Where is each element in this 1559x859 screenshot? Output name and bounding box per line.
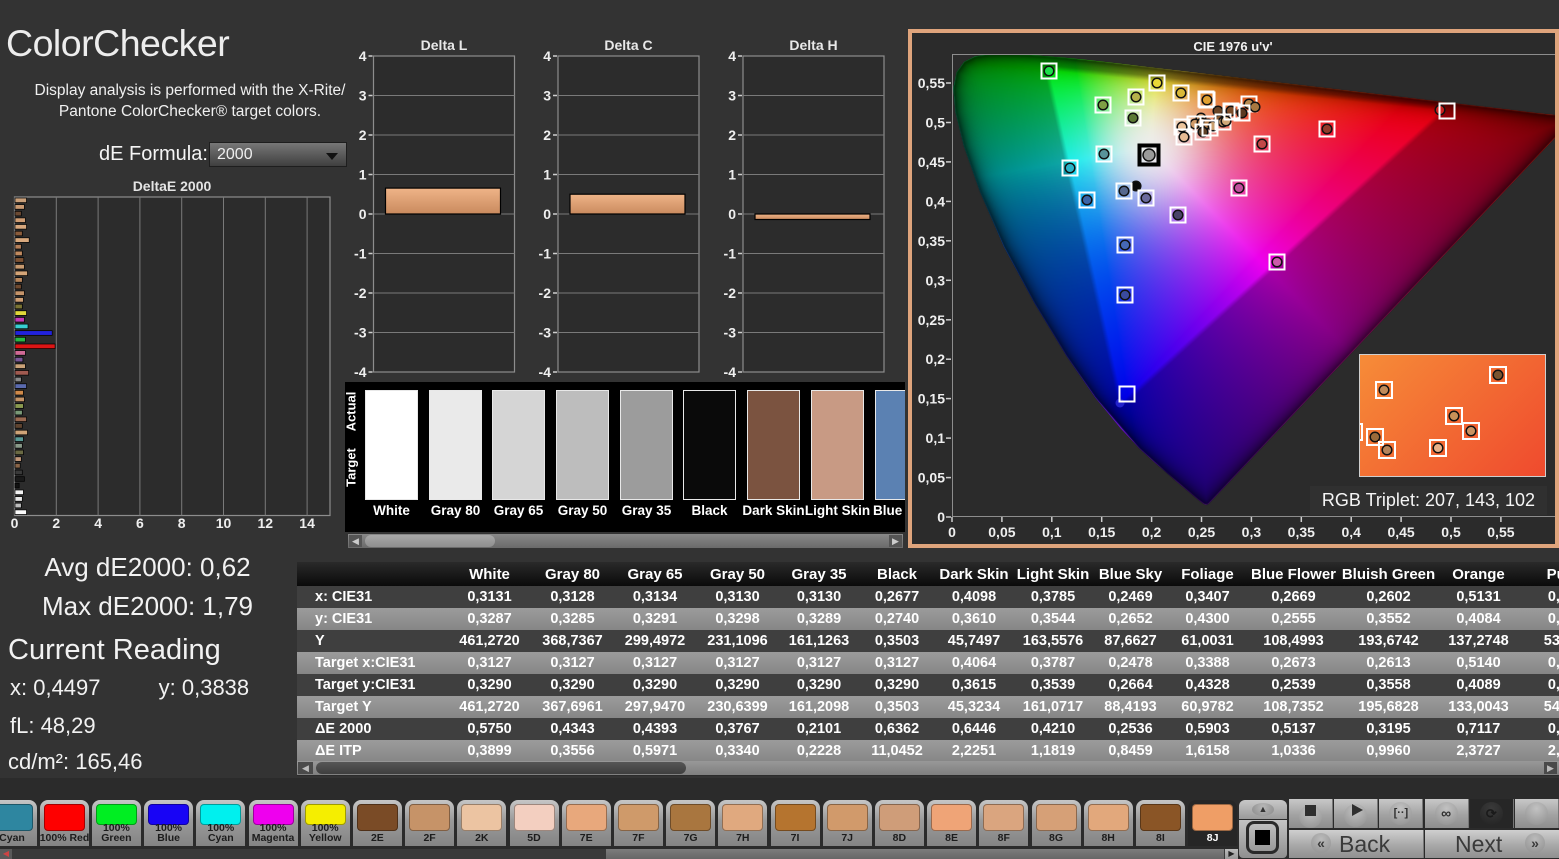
svg-text:1: 1 xyxy=(728,167,736,183)
svg-text:0: 0 xyxy=(728,206,736,222)
svg-text:2: 2 xyxy=(52,515,60,531)
svg-text:0,55: 0,55 xyxy=(918,75,945,91)
svg-text:-3: -3 xyxy=(724,325,737,341)
svg-text:0,05: 0,05 xyxy=(988,524,1015,540)
svg-text:Delta L: Delta L xyxy=(421,37,468,53)
svg-text:-3: -3 xyxy=(354,325,367,341)
svg-text:0,05: 0,05 xyxy=(918,470,945,486)
svg-text:12: 12 xyxy=(258,515,274,531)
svg-text:1: 1 xyxy=(359,167,367,183)
svg-text:4: 4 xyxy=(359,48,367,64)
svg-text:3: 3 xyxy=(359,88,367,104)
svg-text:14: 14 xyxy=(299,515,315,531)
svg-text:0,35: 0,35 xyxy=(918,233,945,249)
svg-text:-1: -1 xyxy=(354,246,367,262)
svg-text:4: 4 xyxy=(543,48,551,64)
svg-text:-1: -1 xyxy=(724,246,737,262)
svg-text:2: 2 xyxy=(359,127,367,143)
svg-text:0,1: 0,1 xyxy=(1042,524,1062,540)
svg-text:0,2: 0,2 xyxy=(1142,524,1162,540)
svg-text:0,45: 0,45 xyxy=(918,154,945,170)
svg-text:0,35: 0,35 xyxy=(1288,524,1315,540)
svg-text:0,45: 0,45 xyxy=(1387,524,1414,540)
svg-text:0,4: 0,4 xyxy=(926,193,946,209)
svg-text:0,15: 0,15 xyxy=(1088,524,1115,540)
svg-text:0,2: 0,2 xyxy=(926,351,946,367)
svg-text:10: 10 xyxy=(216,515,232,531)
svg-text:2: 2 xyxy=(543,127,551,143)
svg-text:0,1: 0,1 xyxy=(926,430,946,446)
svg-text:0: 0 xyxy=(948,524,956,540)
svg-text:-2: -2 xyxy=(354,285,367,301)
svg-text:Delta H: Delta H xyxy=(789,37,837,53)
svg-text:0,3: 0,3 xyxy=(1242,524,1262,540)
svg-text:-4: -4 xyxy=(354,364,367,380)
svg-text:3: 3 xyxy=(543,88,551,104)
svg-text:-3: -3 xyxy=(539,325,552,341)
svg-text:0,4: 0,4 xyxy=(1341,524,1361,540)
svg-text:0,3: 0,3 xyxy=(926,272,946,288)
svg-text:-1: -1 xyxy=(539,246,552,262)
svg-text:-4: -4 xyxy=(539,364,552,380)
svg-text:0: 0 xyxy=(543,206,551,222)
svg-text:Delta C: Delta C xyxy=(604,37,652,53)
svg-text:-4: -4 xyxy=(724,364,737,380)
svg-text:6: 6 xyxy=(136,515,144,531)
svg-text:-2: -2 xyxy=(539,285,552,301)
svg-text:0: 0 xyxy=(359,206,367,222)
svg-text:4: 4 xyxy=(94,515,102,531)
svg-text:3: 3 xyxy=(728,88,736,104)
svg-text:0,5: 0,5 xyxy=(1441,524,1461,540)
svg-text:0,25: 0,25 xyxy=(1188,524,1215,540)
svg-text:1: 1 xyxy=(543,167,551,183)
svg-text:0: 0 xyxy=(11,515,19,531)
svg-text:0: 0 xyxy=(937,509,945,525)
svg-text:0,5: 0,5 xyxy=(926,115,946,131)
svg-text:4: 4 xyxy=(728,48,736,64)
svg-text:2: 2 xyxy=(728,127,736,143)
svg-text:8: 8 xyxy=(178,515,186,531)
svg-text:0,15: 0,15 xyxy=(918,391,945,407)
svg-text:0,55: 0,55 xyxy=(1487,524,1514,540)
svg-text:0,25: 0,25 xyxy=(918,312,945,328)
svg-text:-2: -2 xyxy=(724,285,737,301)
